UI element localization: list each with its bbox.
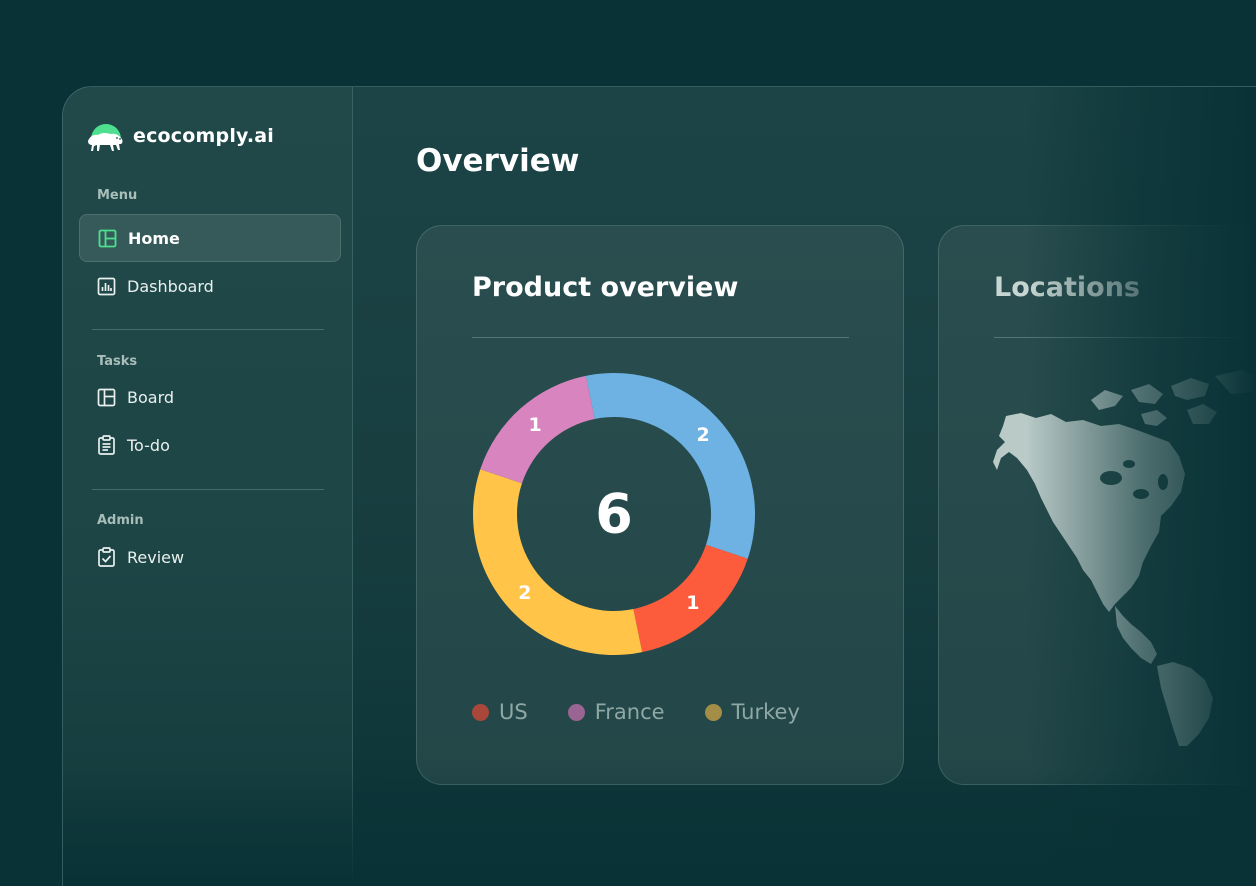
sidebar-item-board[interactable]: Board	[79, 373, 341, 421]
sidebar-item-dashboard[interactable]: Dashboard	[79, 262, 341, 310]
app-window: ecocomply.ai Menu Home Dashboard Tasks B…	[62, 86, 1256, 886]
legend-dot	[704, 703, 722, 721]
sidebar-item-label: Board	[127, 387, 175, 407]
sidebar-divider	[92, 329, 324, 330]
bar-chart-icon	[96, 276, 116, 296]
donut-total: 6	[595, 483, 633, 546]
sidebar-item-todo[interactable]: To-do	[79, 421, 341, 469]
sidebar-item-home[interactable]: Home	[79, 214, 341, 262]
board-icon	[96, 387, 116, 407]
sidebar-divider	[92, 489, 324, 490]
legend-item-us[interactable]: US	[472, 700, 528, 724]
north-america-map	[993, 370, 1256, 746]
donut-segment-label: 1	[528, 414, 541, 436]
sidebar-item-label: Home	[128, 228, 180, 248]
section-label-menu: Menu	[97, 188, 138, 203]
donut-segment-label: 2	[518, 582, 531, 604]
donut-segment-label: 2	[696, 424, 709, 446]
legend-label: France	[594, 700, 665, 724]
sidebar: ecocomply.ai Menu Home Dashboard Tasks B…	[63, 87, 353, 886]
legend-item-france[interactable]: France	[567, 700, 665, 724]
locations-card: Locations	[938, 225, 1256, 785]
legend-dot	[472, 703, 489, 721]
section-label-tasks: Tasks	[97, 354, 138, 369]
logo[interactable]: ecocomply.ai	[85, 117, 274, 155]
page-title: Overview	[416, 143, 580, 179]
card-title: Product overview	[472, 272, 739, 303]
layout-icon	[97, 228, 117, 248]
clipboard-check-icon	[96, 547, 116, 567]
legend-label: Turkey	[731, 700, 800, 724]
chart-legend: US France Turkey	[472, 700, 840, 724]
sidebar-item-review[interactable]: Review	[79, 533, 341, 581]
product-overview-card: Product overview 2 1 2 1 6 US France Turkey	[416, 225, 904, 785]
logo-text: ecocomply.ai	[133, 125, 275, 147]
donut-chart: 2 1 2 1 6	[473, 373, 755, 655]
sidebar-item-label: Review	[127, 547, 185, 567]
card-divider	[472, 337, 849, 338]
clipboard-icon	[96, 435, 116, 455]
card-title: Locations	[994, 272, 1140, 303]
donut-segment-label: 1	[686, 592, 699, 614]
legend-label: US	[499, 700, 528, 724]
card-divider	[994, 337, 1256, 338]
sidebar-item-label: To-do	[127, 435, 170, 455]
sidebar-item-label: Dashboard	[127, 276, 214, 296]
legend-dot	[567, 703, 585, 721]
legend-item-turkey[interactable]: Turkey	[704, 700, 800, 724]
section-label-admin: Admin	[97, 513, 144, 528]
panther-icon	[85, 117, 127, 155]
